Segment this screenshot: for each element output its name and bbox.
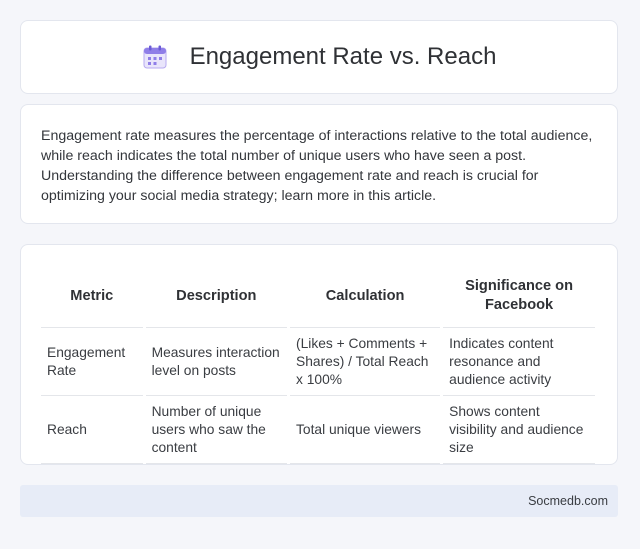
table-row: Engagement Rate Measures interaction lev…: [41, 328, 595, 396]
table-cell: Number of unique users who saw the conte…: [145, 396, 288, 464]
intro-card: Engagement rate measures the percentage …: [20, 104, 618, 224]
table-cell: Measures interaction level on posts: [145, 328, 288, 396]
table-cell: Indicates content resonance and audience…: [443, 328, 595, 396]
column-header-metric: Metric: [41, 265, 143, 328]
footer: Socmedb.com: [20, 485, 618, 517]
table-row: Reach Number of unique users who saw the…: [41, 396, 595, 464]
comparison-table: Metric Description Calculation Significa…: [38, 265, 598, 464]
column-header-calculation: Calculation: [290, 265, 441, 328]
table-card: Metric Description Calculation Significa…: [20, 244, 618, 465]
intro-text: Engagement rate measures the percentage …: [41, 128, 593, 204]
table-header-row: Metric Description Calculation Significa…: [41, 265, 595, 328]
column-header-description: Description: [145, 265, 288, 328]
table-cell: (Likes + Comments + Shares) / Total Reac…: [290, 328, 441, 396]
title-card: Engagement Rate vs. Reach: [20, 20, 618, 94]
table-cell: Shows content visibility and audience si…: [443, 396, 595, 464]
page-title: Engagement Rate vs. Reach: [189, 43, 497, 70]
calendar-icon: [143, 45, 167, 69]
table-cell: Engagement Rate: [41, 328, 143, 396]
table-cell: Reach: [41, 396, 143, 464]
table-cell: Total unique viewers: [290, 396, 441, 464]
footer-brand-link[interactable]: Socmedb.com: [528, 494, 608, 508]
column-header-significance: Significance on Facebook: [443, 265, 595, 328]
